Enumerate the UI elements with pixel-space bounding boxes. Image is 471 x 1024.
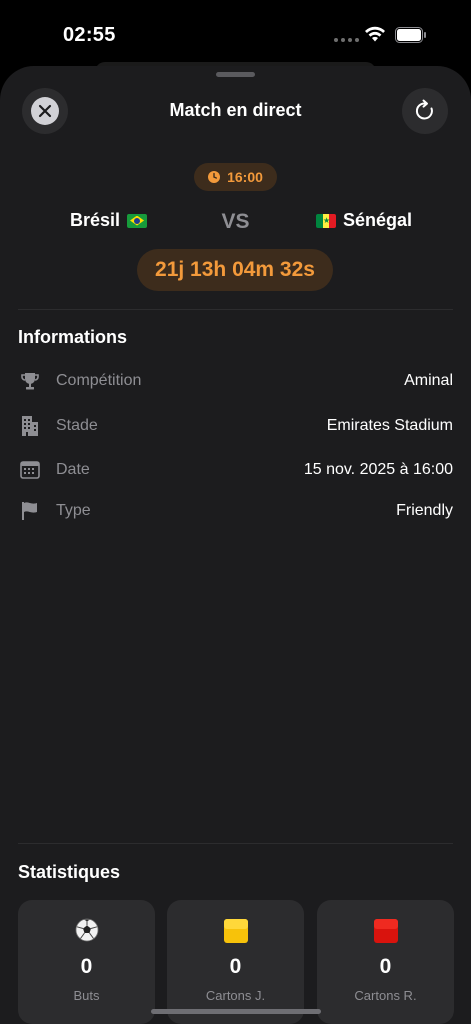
senegal-flag-icon: ★ <box>316 213 336 228</box>
info-section-title: Informations <box>18 327 128 347</box>
info-label: Compétition <box>56 372 142 389</box>
stat-label: Cartons R. <box>354 988 417 1003</box>
stat-card-yellow-cards: 0 Cartons J. <box>167 900 304 1024</box>
wifi-icon <box>365 26 385 42</box>
stat-label: Cartons J. <box>205 988 266 1003</box>
building-icon <box>18 414 42 438</box>
trophy-icon <box>18 369 42 393</box>
page-title: Match en direct <box>169 100 302 120</box>
match-sheet: Match en direct 16:00 Brésil VS ★ Sénéga… <box>0 66 471 1024</box>
stat-value: 0 <box>379 955 392 978</box>
info-label: Stade <box>56 417 98 434</box>
info-value: Emirates Stadium <box>326 417 453 434</box>
divider <box>18 309 453 310</box>
stat-value: 0 <box>229 955 242 978</box>
refresh-button[interactable] <box>402 88 448 134</box>
countdown-badge: 21j 13h 04m 32s <box>137 249 333 291</box>
stat-card-red-cards: 0 Cartons R. <box>317 900 454 1024</box>
info-row-stadium: Stade Emirates Stadium <box>18 413 453 439</box>
stats-section-title: Statistiques <box>18 862 121 882</box>
kickoff-time: 16:00 <box>227 169 263 185</box>
signal-dots-icon <box>334 38 359 42</box>
home-indicator[interactable] <box>151 1009 321 1014</box>
info-row-date: Date 15 nov. 2025 à 16:00 <box>18 457 453 483</box>
status-bar: 02:55 <box>0 0 471 66</box>
sheet-grabber[interactable] <box>216 72 255 77</box>
flag-icon <box>18 499 42 523</box>
kickoff-time-badge: 16:00 <box>194 163 277 191</box>
info-label: Date <box>56 461 90 478</box>
info-row-type: Type Friendly <box>18 498 453 524</box>
stat-card-goals: 0 Buts <box>18 900 155 1024</box>
soccer-ball-icon <box>18 918 155 942</box>
stat-label: Buts <box>73 988 100 1003</box>
stat-value: 0 <box>80 955 93 978</box>
info-row-competition: Compétition Aminal <box>18 368 453 394</box>
yellow-card-icon <box>167 918 304 944</box>
calendar-icon <box>18 458 42 482</box>
away-team: ★ Sénégal <box>316 210 412 231</box>
info-value: Aminal <box>404 372 453 389</box>
red-card-icon <box>317 918 454 944</box>
away-team-name: Sénégal <box>343 210 413 230</box>
battery-icon <box>395 27 426 43</box>
info-value: 15 nov. 2025 à 16:00 <box>303 461 453 478</box>
refresh-icon <box>415 99 433 120</box>
divider <box>18 843 453 844</box>
clock-icon <box>208 171 221 183</box>
info-value: Friendly <box>396 502 453 519</box>
status-time: 02:55 <box>63 24 116 46</box>
info-label: Type <box>56 502 91 519</box>
